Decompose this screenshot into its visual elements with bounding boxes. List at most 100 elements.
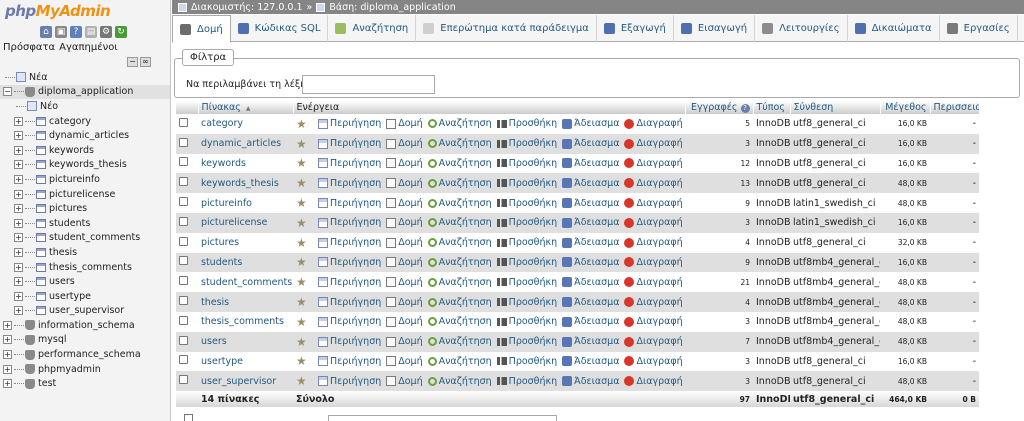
drop-action[interactable]: Διαγραφή <box>624 376 683 387</box>
insert-action[interactable]: Προσθήκη <box>496 178 557 189</box>
table-name-link[interactable]: category <box>198 114 293 134</box>
tree-table-item[interactable]: + keywords_thesis <box>0 158 170 173</box>
drop-action[interactable]: Διαγραφή <box>624 297 683 308</box>
browse-action[interactable]: Περιήγηση <box>318 376 381 387</box>
table-name-link[interactable]: pictures <box>198 232 293 253</box>
insert-action[interactable]: Προσθήκη <box>496 336 557 347</box>
favorite-star-icon[interactable]: ★ <box>296 255 307 269</box>
search-action[interactable]: Αναζήτηση <box>427 297 492 308</box>
help-icon[interactable]: ? <box>740 104 750 113</box>
header-collation[interactable]: Σύνθεση <box>790 101 881 114</box>
insert-action[interactable]: Προσθήκη <box>496 356 557 367</box>
tree-table-item[interactable]: + student_comments <box>0 231 170 246</box>
browse-action[interactable]: Περιήγηση <box>318 158 381 169</box>
row-checkbox[interactable] <box>179 335 188 345</box>
structure-action[interactable]: Δομή <box>386 158 423 169</box>
insert-action[interactable]: Προσθήκη <box>496 217 557 228</box>
expand-icon[interactable]: + <box>14 189 23 199</box>
row-checkbox[interactable] <box>179 236 188 246</box>
drop-action[interactable]: Διαγραφή <box>624 138 683 149</box>
tree-database-item[interactable]: + mysql <box>0 333 170 348</box>
logout-icon[interactable]: ▣ <box>55 26 67 38</box>
tree-table-item[interactable]: + category <box>0 114 170 129</box>
tab-export[interactable]: Εξαγωγή <box>597 15 674 42</box>
structure-action[interactable]: Δομή <box>386 316 423 327</box>
drop-action[interactable]: Διαγραφή <box>624 316 683 327</box>
browse-action[interactable]: Περιήγηση <box>318 257 381 268</box>
empty-action[interactable]: Άδειασμα <box>562 356 619 367</box>
search-action[interactable]: Αναζήτηση <box>427 217 492 228</box>
help-icon[interactable]: ? <box>70 26 82 38</box>
empty-action[interactable]: Άδειασμα <box>562 158 619 169</box>
insert-action[interactable]: Προσθήκη <box>496 297 557 308</box>
tab-sql[interactable]: Κώδικας SQL <box>231 15 329 42</box>
expand-icon[interactable]: + <box>14 277 23 287</box>
expand-icon[interactable]: + <box>14 145 23 155</box>
settings-icon[interactable]: ⚙ <box>100 26 112 38</box>
favorite-star-icon[interactable]: ★ <box>296 354 307 368</box>
empty-action[interactable]: Άδειασμα <box>562 336 619 347</box>
tree-table-item[interactable]: + dynamic_articles <box>0 128 170 143</box>
empty-action[interactable]: Άδειασμα <box>562 138 619 149</box>
table-name-link[interactable]: thesis_comments <box>198 311 293 332</box>
favorite-star-icon[interactable]: ★ <box>296 335 307 349</box>
tree-table-item[interactable]: + usertype <box>0 289 170 304</box>
link-icon[interactable]: ∞ <box>140 57 151 67</box>
collapse-all-icon[interactable]: − <box>127 57 138 67</box>
drop-action[interactable]: Διαγραφή <box>624 257 683 268</box>
structure-action[interactable]: Δομή <box>386 118 423 129</box>
home-icon[interactable]: ⌂ <box>40 26 52 38</box>
browse-action[interactable]: Περιήγηση <box>318 217 381 228</box>
tree-new-item[interactable]: Νέο <box>0 99 170 114</box>
structure-action[interactable]: Δομή <box>386 217 423 228</box>
expand-icon[interactable]: + <box>14 174 23 184</box>
search-action[interactable]: Αναζήτηση <box>427 356 492 367</box>
favorite-star-icon[interactable]: ★ <box>296 117 307 131</box>
table-name-link[interactable]: keywords <box>198 153 293 174</box>
search-action[interactable]: Αναζήτηση <box>427 178 492 189</box>
drop-action[interactable]: Διαγραφή <box>624 178 683 189</box>
expand-icon[interactable]: + <box>14 306 23 316</box>
browse-action[interactable]: Περιήγηση <box>318 237 381 248</box>
insert-action[interactable]: Προσθήκη <box>496 316 557 327</box>
header-table[interactable]: Πίνακας ▲ <box>198 101 294 114</box>
search-action[interactable]: Αναζήτηση <box>427 158 492 169</box>
table-name-link[interactable]: thesis <box>198 292 293 312</box>
tree-new-item[interactable]: Νέα <box>0 70 170 85</box>
tree-table-item[interactable]: + keywords <box>0 143 170 158</box>
expand-icon[interactable]: + <box>3 379 12 389</box>
favorite-star-icon[interactable]: ★ <box>296 196 307 210</box>
recent-tab[interactable]: Πρόσφατα <box>3 42 55 53</box>
table-name-link[interactable]: pictureinfo <box>198 193 293 213</box>
empty-action[interactable]: Άδειασμα <box>562 198 619 209</box>
tree-table-item[interactable]: + students <box>0 216 170 231</box>
expand-icon[interactable]: + <box>3 335 12 345</box>
insert-action[interactable]: Προσθήκη <box>496 118 557 129</box>
filter-input[interactable] <box>302 75 435 94</box>
tree-table-item[interactable]: + pictures <box>0 201 170 216</box>
search-action[interactable]: Αναζήτηση <box>427 237 492 248</box>
tab-import[interactable]: Εισαγωγή <box>674 15 756 42</box>
empty-action[interactable]: Άδειασμα <box>562 257 619 268</box>
drop-action[interactable]: Διαγραφή <box>624 277 683 288</box>
breadcrumb-server[interactable]: Διακομιστής: 127.0.0.1 <box>191 2 303 13</box>
favorite-star-icon[interactable]: ★ <box>296 216 307 230</box>
table-name-link[interactable]: users <box>198 331 293 352</box>
empty-action[interactable]: Άδειασμα <box>562 297 619 308</box>
favorites-tab[interactable]: Αγαπημένοι <box>59 42 118 53</box>
drop-action[interactable]: Διαγραφή <box>624 217 683 228</box>
tree-table-item[interactable]: + user_supervisor <box>0 304 170 319</box>
table-name-link[interactable]: student_comments <box>198 272 293 293</box>
empty-action[interactable]: Άδειασμα <box>562 277 619 288</box>
docs-icon[interactable]: ▤ <box>85 26 97 38</box>
reload-icon[interactable]: ↻ <box>115 26 127 38</box>
empty-action[interactable]: Άδειασμα <box>562 178 619 189</box>
tab-structure[interactable]: Δομή <box>172 15 231 43</box>
row-checkbox[interactable] <box>179 197 188 207</box>
table-name-link[interactable]: keywords_thesis <box>198 173 293 194</box>
drop-action[interactable]: Διαγραφή <box>624 118 683 129</box>
expand-icon[interactable]: + <box>14 233 23 243</box>
expand-icon[interactable]: + <box>3 350 12 360</box>
row-checkbox[interactable] <box>179 117 188 127</box>
tree-table-item[interactable]: + picturelicense <box>0 187 170 202</box>
